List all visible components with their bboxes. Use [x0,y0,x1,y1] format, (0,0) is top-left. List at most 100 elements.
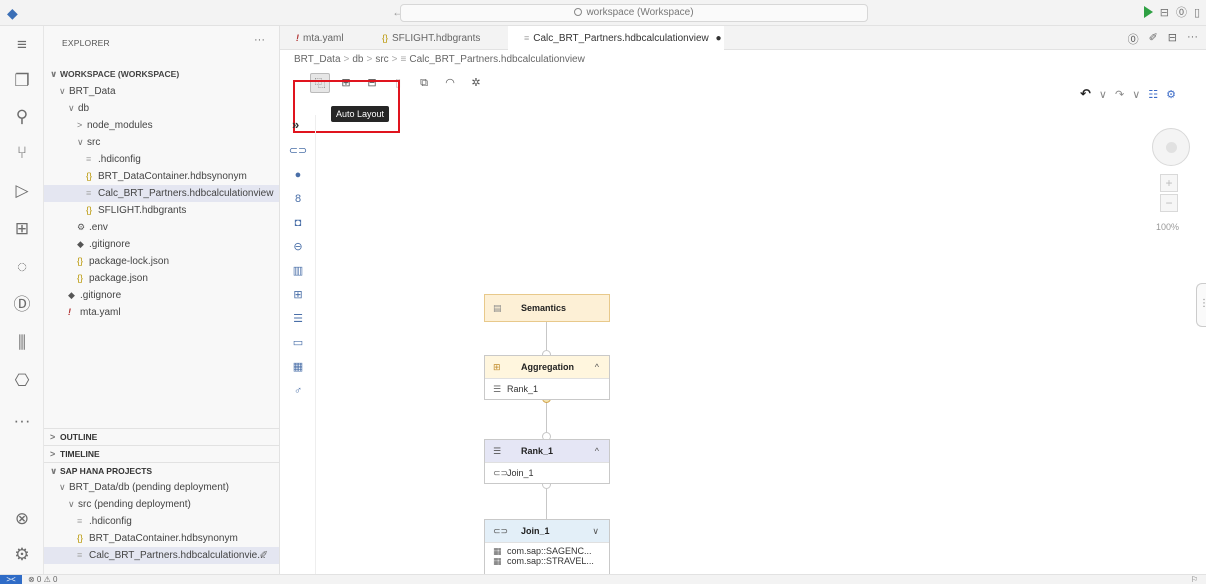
search-text: workspace (Workspace) [586,7,694,18]
chevron-down-icon[interactable]: ∨ [1132,88,1140,101]
chevron-down-icon: ∨ [59,86,66,96]
rank-icon: ☰ [493,384,502,394]
deploy-icon[interactable]: Ⓓ [0,288,44,322]
zoom-in-button[interactable]: + [1160,174,1178,192]
tree-folder[interactable]: ∨ BRT_Data [44,83,279,100]
properties-icon[interactable]: ⚙ [1166,88,1176,101]
help-icon[interactable]: ⓪ [1128,31,1139,47]
pan-control[interactable] [1152,128,1190,166]
help-icon[interactable]: ⓪ [1176,4,1187,20]
library-icon[interactable]: ⫼ [0,326,44,360]
redo-icon[interactable]: ↷ [1115,88,1124,101]
table-function-icon[interactable]: ▦ [286,357,310,377]
rank-node[interactable]: ☰ Rank_1 ^ ⊂⊃Join_1 [484,439,610,484]
properties-panel-handle[interactable] [1196,283,1206,327]
tree-folder[interactable]: ∨ BRT_Data/db (pending deployment) [44,479,279,496]
status-bar: >< ⊗ 0 ⚠ 0 ⚐ [0,574,1206,584]
tree-folder[interactable]: ∨ db [44,100,279,117]
tree-folder[interactable]: ∨ src (pending deployment) [44,496,279,513]
tree-file[interactable]: ◆ .gitignore [44,287,279,304]
breadcrumb-item[interactable]: src [375,54,388,65]
pin-icon[interactable]: ✐ [1149,31,1158,47]
layout-icon[interactable]: ⊟ [1160,6,1169,19]
source-control-icon[interactable]: ⑂ [0,136,44,170]
more-icon[interactable]: ··· [0,404,44,438]
tree-file[interactable]: ≡ Calc_BRT_Partners.hdbcalculationvie... ✐ [44,547,279,564]
explorer-more-button[interactable]: ··· [254,34,265,46]
hierarchy-node-icon[interactable]: ♂ [286,381,310,401]
performance-icon[interactable]: ◠ [440,73,460,93]
tree-file[interactable]: {} BRT_DataContainer.hdbsynonym [44,530,279,547]
tree-file[interactable]: ≡ Calc_BRT_Partners.hdbcalculationview [44,185,279,202]
sap-hana-projects-section[interactable]: ∨ SAP HANA PROJECTS [44,462,279,479]
breadcrumb-item[interactable]: Calc_BRT_Partners.hdbcalculationview [409,54,584,65]
chevron-down-icon[interactable]: ∨ [1099,88,1107,101]
table-icon: ▦ [493,556,502,566]
tree-folder[interactable]: ∨ src [44,134,279,151]
remote-icon[interactable]: ◌ [0,250,44,284]
join-node[interactable]: ⊂⊃ Join_1 ∨ ▦ com.sap::SAGENC... ▦ com.sap… [484,519,610,575]
window-function-icon[interactable]: ▭ [286,333,310,353]
editor-tab[interactable]: ≡ Calc_BRT_Partners.hdbcalculationview ● [508,26,724,50]
collapse-node-icon[interactable]: ^ [595,440,599,462]
timeline-section[interactable]: > TIMELINE [44,445,279,462]
tree-file[interactable]: ! mta.yaml [44,304,279,321]
node-input: ▦ com.sap::STRAVEL... [493,556,594,566]
rank-node-icon[interactable]: ☰ [286,309,310,329]
panel-icon[interactable]: ▯ [1194,6,1200,19]
tree-file[interactable]: ≡ .hdiconfig [44,513,279,530]
run-icon[interactable] [1143,6,1153,18]
explorer-icon[interactable]: ❐ [0,64,44,98]
tree-file[interactable]: {} SFLIGHT.hdbgrants [44,202,279,219]
undo-icon[interactable]: ↶ [1080,86,1091,102]
more-actions-icon[interactable]: ··· [1187,31,1198,47]
tree-file[interactable]: {} package-lock.json [44,253,279,270]
run-debug-icon[interactable]: ▷ [0,174,44,208]
tree-file[interactable]: ≡ .hdiconfig [44,151,279,168]
debug-icon[interactable]: ✲ [466,73,486,93]
account-icon[interactable]: ⊗ [0,502,44,536]
outline-section[interactable]: > OUTLINE [44,428,279,445]
tree-file[interactable]: {} package.json [44,270,279,287]
semantics-node[interactable]: ▤ Semantics [484,294,610,322]
minus-node-icon[interactable]: ⊖ [286,237,310,257]
tree-file[interactable]: ◆ .gitignore [44,236,279,253]
workspace-root[interactable]: ∨ WORKSPACE (WORKSPACE) [44,66,279,83]
aggregation-node[interactable]: ⊞ Aggregation ^ ☰ Rank_1 [484,355,610,400]
link-line [546,484,547,520]
aggregation-node-icon[interactable]: ⊞ [286,285,310,305]
notifications-icon[interactable]: ⚐ [1191,575,1198,584]
union-node-icon[interactable]: 8 [286,189,310,209]
tree-label: BRT_DataContainer.hdbsynonym [98,171,247,182]
problems-indicator[interactable]: ⊗ 0 ⚠ 0 [28,575,57,584]
hana-icon[interactable]: ⎔ [0,364,44,398]
search-icon[interactable]: ⚲ [0,100,44,134]
view-icon[interactable]: ☷ [1148,88,1158,101]
unsaved-dot-icon[interactable]: ● [713,33,722,44]
expand-node-icon[interactable]: ∨ [592,520,599,542]
intersect-node-icon[interactable]: ◘ [286,213,310,233]
chevron-down-icon: ∨ [50,466,58,476]
breadcrumb-item[interactable]: BRT_Data [294,54,341,65]
command-center-search[interactable]: workspace (Workspace) [400,4,868,22]
breadcrumb-item[interactable]: db [352,54,363,65]
zoom-out-button[interactable]: − [1160,194,1178,212]
remote-indicator-icon[interactable]: >< [0,575,22,584]
menu-icon[interactable]: ≡ [0,28,44,62]
collapse-node-icon[interactable]: ^ [595,356,599,378]
expand-palette-icon[interactable]: » [292,117,299,132]
non-equi-join-icon[interactable]: ● [286,165,310,185]
tree-folder[interactable]: > node_modules [44,117,279,134]
extensions-icon[interactable]: ⊞ [0,212,44,246]
tree-file[interactable]: {} BRT_DataContainer.hdbsynonym [44,168,279,185]
node-title: Aggregation [521,362,574,372]
graph-node-icon[interactable]: ▥ [286,261,310,281]
editor-tab[interactable]: ! mta.yaml [280,26,366,50]
settings-gear-icon[interactable]: ⚙ [0,538,44,572]
editor-tab[interactable]: {} SFLIGHT.hdbgrants [366,26,508,50]
tree-file[interactable]: ⚙ .env [44,219,279,236]
deploy-icon[interactable]: ✐ [260,547,268,564]
join-node-icon[interactable]: ⊂⊃ [286,141,310,161]
split-editor-icon[interactable]: ⊟ [1168,31,1177,47]
copy-icon[interactable]: ⧉ [414,73,434,93]
